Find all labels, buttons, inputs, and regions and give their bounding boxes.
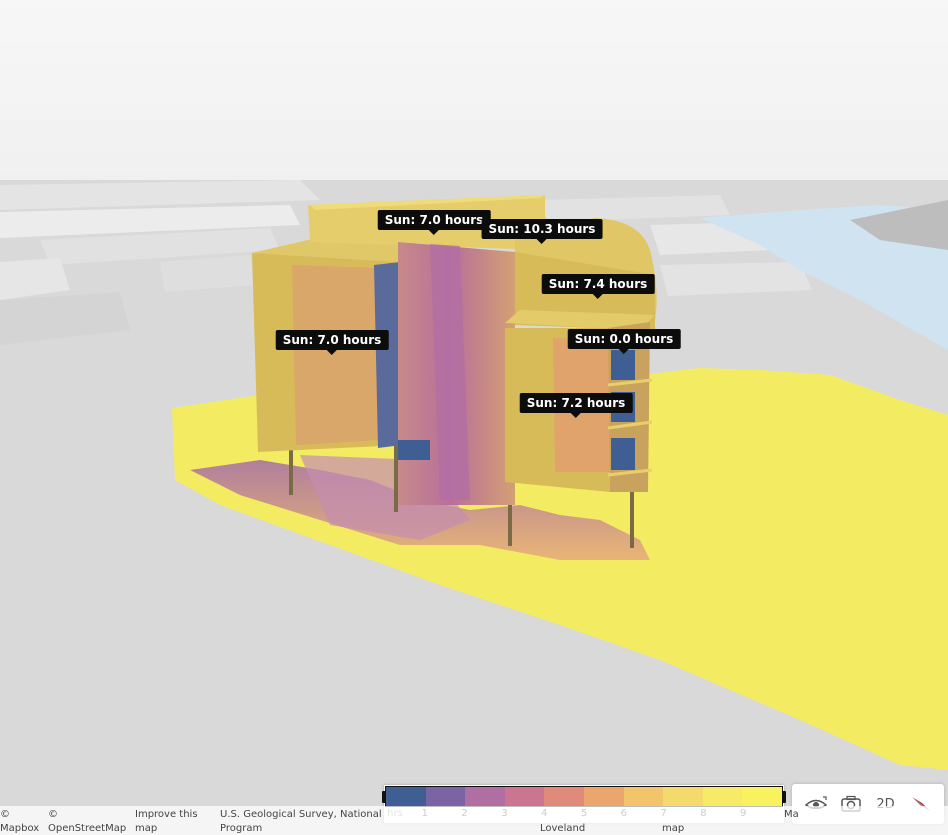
legend-swatch-0 [386, 787, 426, 806]
sun-label-right-facade: Sun: 7.2 hours [519, 393, 633, 418]
legend-swatch-7 [663, 787, 703, 806]
map-scene[interactable] [0, 0, 948, 835]
legend-swatch-2 [465, 787, 505, 806]
legend-swatch-8 [702, 787, 743, 806]
sun-label-roof-top: Sun: 7.0 hours [377, 210, 491, 235]
attribution-osm-copyright: © [48, 809, 58, 820]
legend-swatch-3 [504, 787, 545, 806]
sun-label-left-facade: Sun: 7.0 hours [275, 330, 389, 355]
legend-left-cap [382, 791, 386, 803]
improve-map-link[interactable]: Improve this [135, 808, 198, 822]
sun-label-curved-roof: Sun: 7.4 hours [541, 274, 655, 299]
attribution-ma: Ma [784, 809, 799, 820]
sun-label-window: Sun: 0.0 hours [567, 329, 681, 354]
improve-map-link-line2[interactable]: map [135, 822, 157, 835]
attribution-mapbox-link[interactable]: Mapbox [0, 822, 39, 835]
attribution-usgs: U.S. Geological Survey, National Ge [220, 809, 384, 820]
legend-swatch-1 [425, 787, 466, 806]
legend-right-cap [782, 791, 786, 803]
attribution-loveland: Loveland [540, 823, 586, 834]
sun-label-roof-right: Sun: 10.3 hours [481, 219, 603, 244]
attribution-map: map [662, 823, 685, 834]
attribution-osm-link[interactable]: OpenStreetMap [48, 822, 126, 835]
attribution-copyright: © [0, 809, 10, 820]
legend-swatch-6 [623, 787, 664, 806]
legend-swatch-4 [544, 787, 584, 806]
legend-swatch-9 [742, 787, 782, 806]
sky-background [0, 0, 948, 190]
legend-color-bar [385, 786, 783, 807]
attribution-usgs-line2: Program [220, 823, 263, 834]
legend-swatch-5 [583, 787, 624, 806]
map-attribution: © Mapbox © OpenStreetMap Improve this ma… [0, 806, 948, 835]
